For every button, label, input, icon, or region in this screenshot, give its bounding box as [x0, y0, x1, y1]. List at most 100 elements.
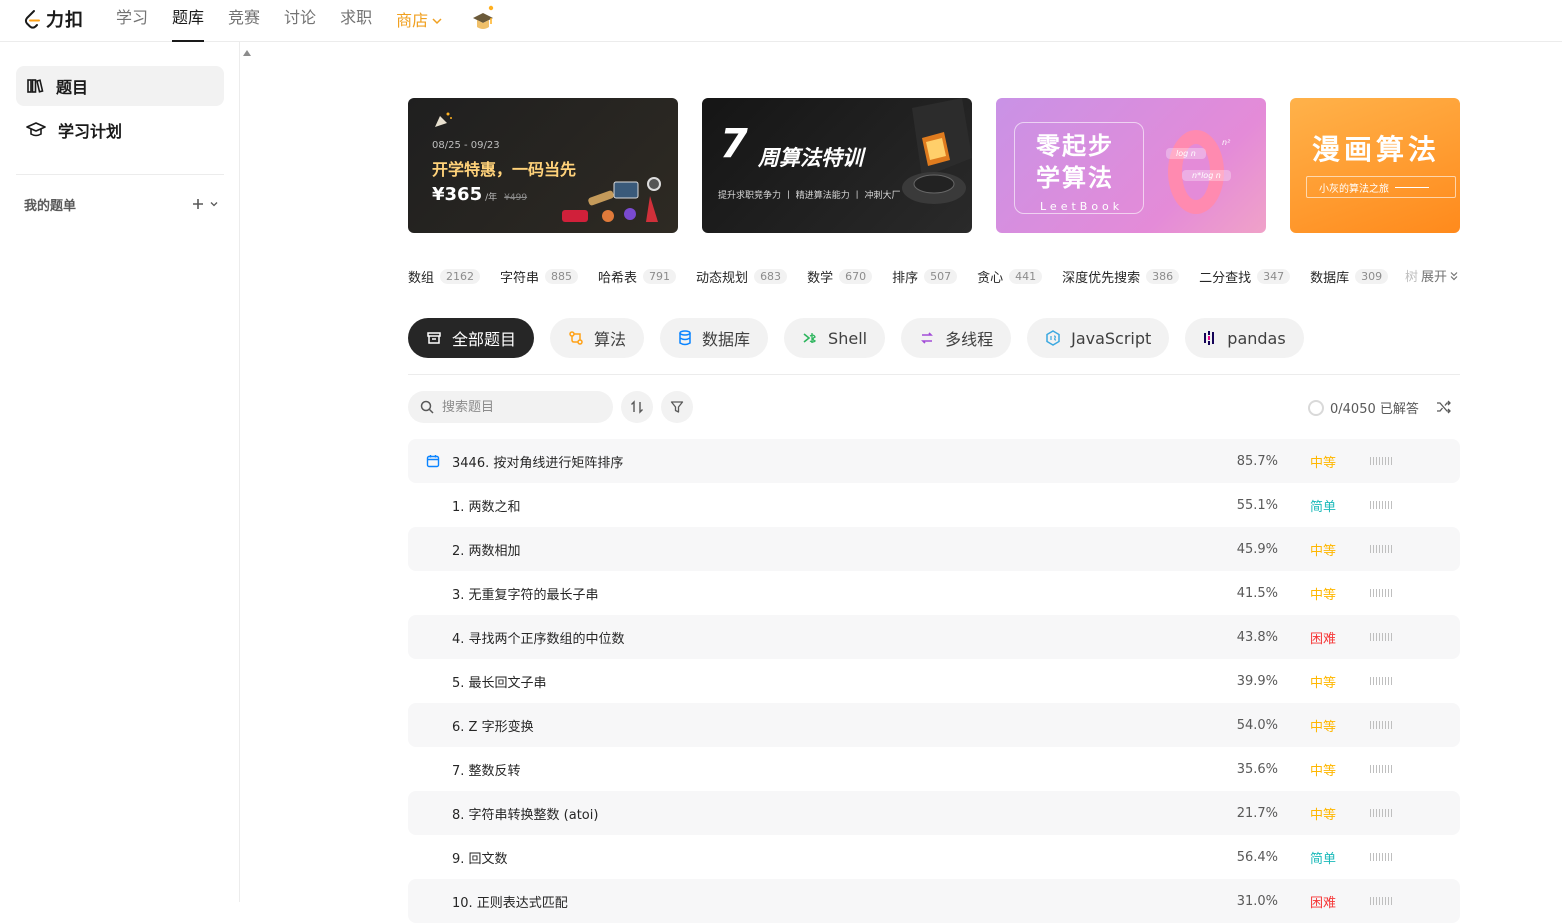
banner-comic-algorithm[interactable]: 漫画算法 小灰的算法之旅	[1290, 98, 1460, 233]
problem-row[interactable]: 10. 正则表达式匹配 31.0% 困难	[408, 879, 1460, 923]
progress-ring-icon	[1308, 399, 1324, 416]
chevron-down-icon[interactable]	[210, 200, 218, 208]
pill-label: pandas	[1227, 328, 1286, 348]
tag-count: 683	[754, 268, 788, 284]
pill-concurrency[interactable]: 多线程	[901, 318, 1012, 358]
problem-title[interactable]: 6. Z 字形变换	[452, 716, 534, 735]
pill-pandas[interactable]: pandas	[1185, 318, 1304, 358]
pill-label: 数据库	[702, 330, 751, 349]
topic-tag[interactable]: 字符串 885	[500, 267, 579, 286]
banner-7-week-algorithm[interactable]: 7 周算法特训 提升求职竞争力 丨 精进算法能力 丨 冲刺大厂	[702, 98, 972, 233]
glowing-chip-illustration	[902, 98, 972, 204]
leetcode-logo[interactable]: 力扣	[22, 6, 84, 32]
problem-title[interactable]: 1. 两数之和	[452, 496, 521, 515]
double-chevron-down-icon	[1450, 271, 1458, 280]
sidebar-item-label: 学习计划	[58, 122, 123, 141]
frequency-bar	[1370, 457, 1402, 465]
solved-progress: 0/4050 已解答	[1308, 398, 1419, 417]
problem-row[interactable]: 3. 无重复字符的最长子串 41.5% 中等	[408, 571, 1460, 615]
my-lists-header: 我的题单	[24, 194, 218, 214]
nav-discuss[interactable]: 讨论	[272, 0, 328, 42]
topic-tag[interactable]: 贪心 441	[977, 267, 1043, 286]
topic-tag[interactable]: 数组 2162	[408, 267, 481, 286]
pill-database[interactable]: 数据库	[660, 318, 769, 358]
nav-contest[interactable]: 竞赛	[216, 0, 272, 42]
frequency-bar	[1370, 853, 1402, 861]
stickers-illustration	[562, 177, 661, 222]
problem-title[interactable]: 9. 回文数	[452, 848, 508, 867]
banner-leetbook-beginner[interactable]: 零起步 学算法 LeetBook log n n*log n n²	[996, 98, 1266, 233]
topic-tag[interactable]: 动态规划 683	[696, 267, 788, 286]
graduation-cap-icon	[26, 122, 46, 137]
difficulty-label: 中等	[1310, 455, 1337, 471]
problem-row[interactable]: 6. Z 字形变换 54.0% 中等	[408, 703, 1460, 747]
problem-title[interactable]: 5. 最长回文子串	[452, 672, 547, 691]
search-icon	[420, 400, 434, 414]
tag-name: 数据库	[1310, 270, 1350, 286]
frequency-bar	[1370, 809, 1402, 817]
problem-title[interactable]: 3446. 按对角线进行矩阵排序	[452, 452, 623, 471]
problem-row[interactable]: 7. 整数反转 35.6% 中等	[408, 747, 1460, 791]
sort-button[interactable]	[621, 391, 653, 423]
filter-button[interactable]	[661, 391, 693, 423]
pill-label: 算法	[594, 330, 627, 349]
problem-title[interactable]: 7. 整数反转	[452, 760, 521, 779]
problem-row[interactable]: 2. 两数相加 45.9% 中等	[408, 527, 1460, 571]
banner-subtitle: 提升求职竞争力 丨 精进算法能力 丨 冲刺大厂	[718, 191, 901, 201]
expand-tags-button[interactable]: 树 展开	[1386, 266, 1458, 285]
topic-tag[interactable]: 二分查找 347	[1199, 267, 1291, 286]
acceptance-rate: 21.7%	[1236, 805, 1278, 821]
banner-line-1: 零起步	[1036, 132, 1114, 160]
pill-shell[interactable]: Shell	[784, 318, 886, 358]
acceptance-rate: 85.7%	[1236, 453, 1278, 469]
problem-row[interactable]: 4. 寻找两个正序数组的中位数 43.8% 困难	[408, 615, 1460, 659]
acceptance-rate: 31.0%	[1236, 893, 1278, 909]
topic-tag[interactable]: 数据库 309	[1310, 267, 1389, 286]
sidebar-item-problems[interactable]: 题目	[16, 66, 224, 106]
nav-jobs[interactable]: 求职	[328, 0, 384, 42]
problem-row[interactable]: 8. 字符串转换整数 (atoi) 21.7% 中等	[408, 791, 1460, 835]
topic-tag[interactable]: 排序 507	[892, 267, 958, 286]
scroll-up-arrow[interactable]	[243, 50, 251, 56]
tag-name: 深度优先搜索	[1062, 270, 1141, 286]
problem-row[interactable]: 3446. 按对角线进行矩阵排序 85.7% 中等	[408, 439, 1460, 483]
thread-icon	[921, 332, 934, 344]
graduation-hat-icon[interactable]	[470, 4, 496, 34]
nav-problemset[interactable]: 题库	[160, 0, 216, 42]
problem-title[interactable]: 3. 无重复字符的最长子串	[452, 584, 599, 603]
problem-title[interactable]: 8. 字符串转换整数 (atoi)	[452, 804, 598, 823]
acceptance-rate: 45.9%	[1236, 541, 1278, 557]
search-box[interactable]	[408, 391, 613, 423]
shuffle-icon[interactable]	[1436, 399, 1452, 415]
problem-row[interactable]: 9. 回文数 56.4% 简单	[408, 835, 1460, 879]
pill-algorithms[interactable]: 算法	[550, 318, 645, 358]
problem-title[interactable]: 4. 寻找两个正序数组的中位数	[452, 628, 625, 647]
problem-title[interactable]: 2. 两数相加	[452, 540, 521, 559]
nav-store[interactable]: 商店	[384, 0, 454, 42]
promo-date: 08/25 - 09/23	[432, 140, 500, 151]
plus-icon[interactable]	[192, 198, 204, 210]
frequency-bar	[1370, 897, 1402, 905]
leetcode-logo-icon	[24, 10, 40, 29]
calendar-icon[interactable]	[426, 454, 440, 468]
tag-count: 791	[643, 268, 677, 284]
problem-row[interactable]: 1. 两数之和 55.1% 简单	[408, 483, 1460, 527]
banner-promo-annual[interactable]: 08/25 - 09/23 开学特惠，一码当先 ¥365 /年 ¥499	[408, 98, 678, 233]
problem-list: 3446. 按对角线进行矩阵排序 85.7% 中等 1. 两数之和 55.1% 简单 2. …	[408, 439, 1460, 923]
sidebar-item-study-plan[interactable]: 学习计划	[16, 110, 224, 150]
difficulty-label: 困难	[1310, 895, 1337, 911]
banner-big-number: 7	[720, 121, 748, 167]
banner-title: 周算法特训	[758, 146, 863, 170]
pill-javascript[interactable]: JavaScript	[1027, 318, 1170, 358]
topic-tag[interactable]: 数学 670	[807, 267, 873, 286]
topic-tag[interactable]: 深度优先搜索 386	[1062, 267, 1180, 286]
problem-title[interactable]: 10. 正则表达式匹配	[452, 892, 568, 911]
difficulty-label: 中等	[1310, 543, 1337, 559]
logo-text: 力扣	[46, 10, 84, 31]
tag-count: 670	[839, 268, 873, 284]
pill-all-problems[interactable]: 全部题目	[408, 318, 535, 358]
problem-row[interactable]: 5. 最长回文子串 39.9% 中等	[408, 659, 1460, 703]
nav-learn[interactable]: 学习	[116, 0, 160, 42]
topic-tag[interactable]: 哈希表 791	[598, 267, 677, 286]
search-input[interactable]	[440, 398, 590, 416]
